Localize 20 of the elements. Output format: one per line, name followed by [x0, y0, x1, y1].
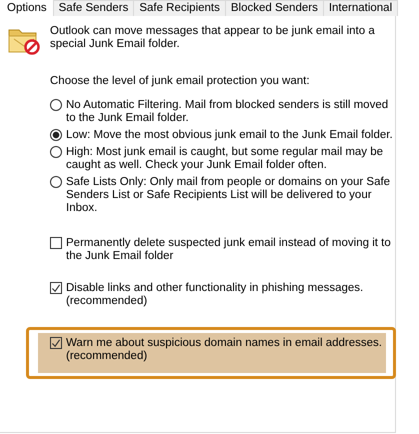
- checkbox[interactable]: [50, 282, 62, 294]
- tab[interactable]: International: [322, 0, 398, 16]
- protection-level-prompt: Choose the level of junk email protection you want:: [50, 75, 311, 87]
- radio-label: Low: Move the most obvious junk email to the Junk Email folder.: [66, 129, 394, 142]
- tab[interactable]: Blocked Senders: [224, 0, 324, 16]
- checkbox-label: Disable links and other functionality in phishing messages. (recommended): [66, 282, 364, 308]
- checkbox[interactable]: [50, 337, 62, 349]
- radio-button[interactable]: [50, 176, 62, 188]
- tab[interactable]: Safe Senders: [52, 0, 134, 16]
- radio-label: Safe Lists Only: Only mail from people or domains on your Safe Senders List or Safe Recipients List will be delivered to your Inbox.: [66, 176, 392, 215]
- checkbox-label: Permanently delete suspected junk email instead of moving it to the Junk Email folder: [66, 237, 392, 263]
- radio-button[interactable]: [50, 146, 62, 158]
- radio-button[interactable]: [50, 129, 62, 141]
- intro-text: Outlook can move messages that appear to be junk email into a special Junk Email folder.: [50, 25, 376, 51]
- radio-label: High: Most junk email is caught, but some regular mail may be caught as well. Check your Junk Email folder often.: [66, 146, 384, 172]
- radio-button[interactable]: [50, 99, 62, 111]
- checkbox-label: Warn me about suspicious domain names in email addresses. (recommended): [66, 337, 383, 363]
- tab[interactable]: Safe Recipients: [133, 0, 226, 16]
- checkbox[interactable]: [50, 237, 62, 249]
- radio-label: No Automatic Filtering. Mail from blocked senders is still moved to the Junk Email folder.: [66, 99, 390, 125]
